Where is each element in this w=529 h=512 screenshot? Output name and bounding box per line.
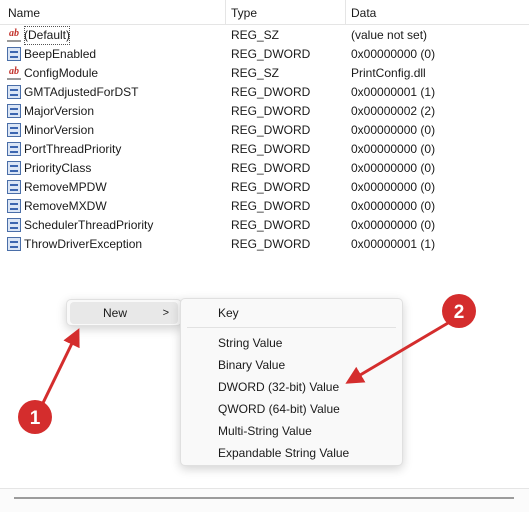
- binary-value-icon: [7, 237, 21, 251]
- submenu-item-dword-value[interactable]: DWORD (32-bit) Value: [218, 377, 339, 397]
- value-name: SchedulerThreadPriority: [24, 218, 154, 232]
- value-name: RemoveMXDW: [24, 199, 107, 213]
- table-row[interactable]: SchedulerThreadPriority REG_DWORD 0x000000…: [0, 216, 529, 235]
- step-marker-2: 2: [442, 294, 476, 328]
- scrollbar-thumb[interactable]: [14, 497, 514, 499]
- new-submenu: Key String Value Binary Value DWORD (32-…: [180, 298, 403, 466]
- table-row[interactable]: ab (Default) REG_SZ (value not set): [0, 26, 529, 45]
- value-data: 0x00000000 (0): [351, 161, 436, 175]
- binary-value-icon: [7, 199, 21, 213]
- submenu-item-qword-value[interactable]: QWORD (64-bit) Value: [218, 399, 340, 419]
- binary-value-icon: [7, 161, 21, 175]
- value-data: (value not set): [351, 28, 428, 42]
- string-value-icon: ab: [7, 66, 21, 80]
- column-header-type[interactable]: Type: [231, 0, 257, 25]
- value-name: ConfigModule: [24, 66, 99, 80]
- table-row[interactable]: RemoveMPDW REG_DWORD 0x00000000 (0): [0, 178, 529, 197]
- column-header-name[interactable]: Name: [8, 0, 40, 25]
- column-divider[interactable]: [345, 0, 346, 25]
- value-name: BeepEnabled: [24, 47, 97, 61]
- value-type: REG_DWORD: [231, 47, 311, 61]
- value-data: 0x00000000 (0): [351, 199, 436, 213]
- value-type: REG_DWORD: [231, 142, 311, 156]
- value-data: 0x00000000 (0): [351, 47, 436, 61]
- table-row[interactable]: MajorVersion REG_DWORD 0x00000002 (2): [0, 102, 529, 121]
- submenu-item-multi-string-value[interactable]: Multi-String Value: [218, 421, 312, 441]
- binary-value-icon: [7, 123, 21, 137]
- value-data: PrintConfig.dll: [351, 66, 426, 80]
- value-type: REG_DWORD: [231, 85, 311, 99]
- value-name: RemoveMPDW: [24, 180, 107, 194]
- step-marker-2-label: 2: [454, 302, 465, 323]
- value-type: REG_DWORD: [231, 123, 311, 137]
- value-type: REG_DWORD: [231, 237, 311, 251]
- value-data: 0x00000001 (1): [351, 237, 436, 251]
- table-row[interactable]: MinorVersion REG_DWORD 0x00000000 (0): [0, 121, 529, 140]
- value-type: REG_DWORD: [231, 161, 311, 175]
- submenu-item-expandable-string-value[interactable]: Expandable String Value: [218, 443, 349, 463]
- menu-item-new[interactable]: New >: [70, 302, 178, 324]
- value-name: GMTAdjustedForDST: [24, 85, 139, 99]
- column-divider[interactable]: [225, 0, 226, 25]
- chevron-right-icon: >: [162, 307, 169, 319]
- submenu-item-binary-value[interactable]: Binary Value: [218, 355, 285, 375]
- table-row[interactable]: PortThreadPriority REG_DWORD 0x00000000 (0…: [0, 140, 529, 159]
- value-type: REG_DWORD: [231, 180, 311, 194]
- binary-value-icon: [7, 85, 21, 99]
- binary-value-icon: [7, 142, 21, 156]
- context-menu: New >: [66, 299, 182, 326]
- horizontal-scrollbar[interactable]: [0, 488, 529, 512]
- value-data: 0x00000000 (0): [351, 142, 436, 156]
- value-type: REG_DWORD: [231, 104, 311, 118]
- submenu-item-string-value[interactable]: String Value: [218, 333, 282, 353]
- menu-item-new-label: New: [103, 306, 128, 320]
- value-data: 0x00000001 (1): [351, 85, 436, 99]
- table-row[interactable]: GMTAdjustedForDST REG_DWORD 0x00000001 (1): [0, 83, 529, 102]
- value-type: REG_DWORD: [231, 199, 311, 213]
- submenu-item-key[interactable]: Key: [218, 303, 239, 323]
- table-row[interactable]: BeepEnabled REG_DWORD 0x00000000 (0): [0, 45, 529, 64]
- value-data: 0x00000000 (0): [351, 180, 436, 194]
- value-name: PriorityClass: [24, 161, 92, 175]
- registry-values-list: ab (Default) REG_SZ (value not set) BeepEnab…: [0, 26, 529, 254]
- list-header: Name Type Data: [0, 0, 529, 25]
- binary-value-icon: [7, 47, 21, 61]
- column-header-data[interactable]: Data: [351, 0, 376, 25]
- value-data: 0x00000002 (2): [351, 104, 436, 118]
- binary-value-icon: [7, 218, 21, 232]
- value-name: MinorVersion: [24, 123, 95, 137]
- table-row[interactable]: ab ConfigModule REG_SZ PrintConfig.dll: [0, 64, 529, 83]
- binary-value-icon: [7, 104, 21, 118]
- step-marker-1: 1: [18, 400, 52, 434]
- value-type: REG_SZ: [231, 28, 280, 42]
- table-row[interactable]: PriorityClass REG_DWORD 0x00000000 (0): [0, 159, 529, 178]
- binary-value-icon: [7, 180, 21, 194]
- value-name: MajorVersion: [24, 104, 95, 118]
- value-name: ThrowDriverException: [24, 237, 143, 251]
- value-name: (Default): [24, 26, 71, 45]
- menu-separator: [187, 327, 396, 328]
- string-value-icon: ab: [7, 28, 21, 42]
- value-type: REG_DWORD: [231, 218, 311, 232]
- value-data: 0x00000000 (0): [351, 123, 436, 137]
- value-type: REG_SZ: [231, 66, 280, 80]
- table-row[interactable]: RemoveMXDW REG_DWORD 0x00000000 (0): [0, 197, 529, 216]
- arrow-to-new: [40, 328, 80, 406]
- value-name: PortThreadPriority: [24, 142, 122, 156]
- value-data: 0x00000000 (0): [351, 218, 436, 232]
- step-marker-1-label: 1: [30, 408, 41, 429]
- table-row[interactable]: ThrowDriverException REG_DWORD 0x00000001 …: [0, 235, 529, 254]
